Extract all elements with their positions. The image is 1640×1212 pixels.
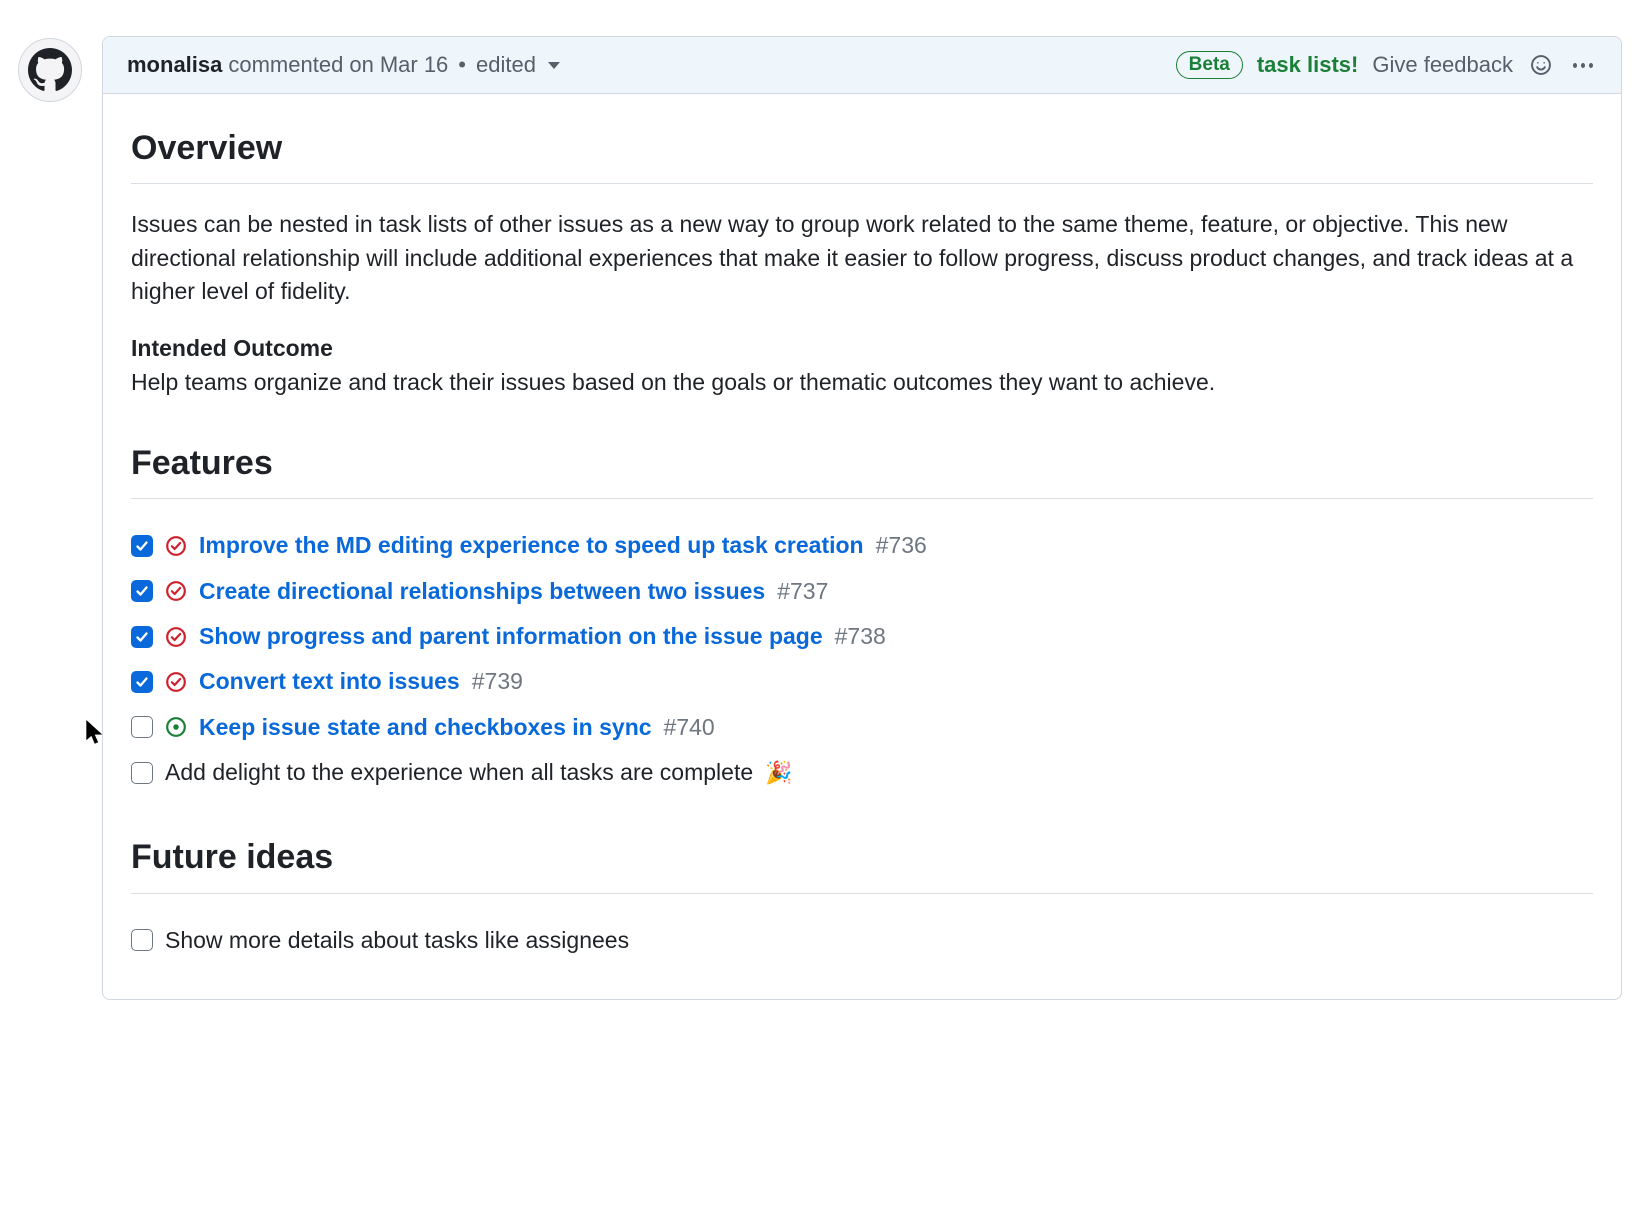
issue-closed-icon	[165, 535, 187, 557]
header-action: commented	[228, 52, 343, 78]
task-item: Show progress and parent information on …	[131, 614, 1593, 659]
task-issue-number[interactable]: #738	[835, 620, 886, 653]
task-checkbox[interactable]	[131, 762, 153, 784]
task-lists-link[interactable]: task lists!	[1257, 52, 1359, 78]
party-popper-emoji: 🎉	[765, 757, 792, 789]
task-item: Add delight to the experience when all t…	[131, 750, 1593, 795]
task-item: Improve the MD editing experience to spe…	[131, 523, 1593, 568]
header-on: on	[349, 52, 373, 78]
intended-outcome: Intended Outcome Help teams organize and…	[131, 332, 1593, 399]
task-item: Convert text into issues #739	[131, 659, 1593, 704]
task-issue-link[interactable]: Create directional relationships between…	[199, 575, 765, 608]
task-checkbox[interactable]	[131, 535, 153, 557]
task-checkbox[interactable]	[131, 671, 153, 693]
comment-body: Overview Issues can be nested in task li…	[103, 94, 1621, 999]
overview-heading: Overview	[131, 124, 1593, 184]
task-issue-link[interactable]: Show progress and parent information on …	[199, 620, 823, 653]
task-item: Create directional relationships between…	[131, 569, 1593, 614]
comment-container: monalisa commented on Mar 16 • edited Be…	[102, 36, 1622, 1000]
task-issue-number[interactable]: #737	[777, 575, 828, 608]
issue-closed-icon	[165, 580, 187, 602]
beta-badge: Beta	[1176, 51, 1243, 79]
avatar[interactable]	[18, 38, 82, 102]
task-issue-number[interactable]: #740	[664, 711, 715, 744]
issue-closed-icon	[165, 626, 187, 648]
features-task-list: Improve the MD editing experience to spe…	[131, 523, 1593, 795]
intended-outcome-label: Intended Outcome	[131, 335, 333, 361]
header-date[interactable]: Mar 16	[380, 52, 448, 78]
chevron-down-icon[interactable]	[548, 62, 560, 69]
future-task-list: Show more details about tasks like assig…	[131, 918, 1593, 963]
task-checkbox[interactable]	[131, 929, 153, 951]
comment-header: monalisa commented on Mar 16 • edited Be…	[103, 37, 1621, 94]
issue-closed-icon	[165, 671, 187, 693]
author-link[interactable]: monalisa	[127, 52, 222, 78]
features-heading: Features	[131, 439, 1593, 499]
task-issue-number[interactable]: #739	[472, 665, 523, 698]
intended-outcome-text: Help teams organize and track their issu…	[131, 369, 1215, 395]
overview-paragraph: Issues can be nested in task lists of ot…	[131, 208, 1593, 308]
smiley-icon	[1530, 54, 1552, 76]
emoji-reaction-button[interactable]	[1527, 51, 1555, 79]
future-ideas-heading: Future ideas	[131, 833, 1593, 893]
task-checkbox[interactable]	[131, 716, 153, 738]
task-issue-link[interactable]: Improve the MD editing experience to spe…	[199, 529, 864, 562]
task-issue-number[interactable]: #736	[876, 529, 927, 562]
edited-label[interactable]: edited	[476, 52, 536, 78]
issue-open-icon	[165, 716, 187, 738]
task-issue-link[interactable]: Keep issue state and checkboxes in sync	[199, 711, 652, 744]
give-feedback-link[interactable]: Give feedback	[1372, 52, 1513, 78]
task-item: Keep issue state and checkboxes in sync …	[131, 705, 1593, 750]
task-checkbox[interactable]	[131, 626, 153, 648]
separator-dot: •	[454, 52, 470, 78]
octocat-icon	[28, 48, 72, 92]
task-text: Add delight to the experience when all t…	[165, 756, 753, 789]
task-text: Show more details about tasks like assig…	[165, 924, 629, 957]
task-checkbox[interactable]	[131, 580, 153, 602]
task-item: Show more details about tasks like assig…	[131, 918, 1593, 963]
task-issue-link[interactable]: Convert text into issues	[199, 665, 460, 698]
more-actions-button[interactable]	[1569, 51, 1597, 79]
